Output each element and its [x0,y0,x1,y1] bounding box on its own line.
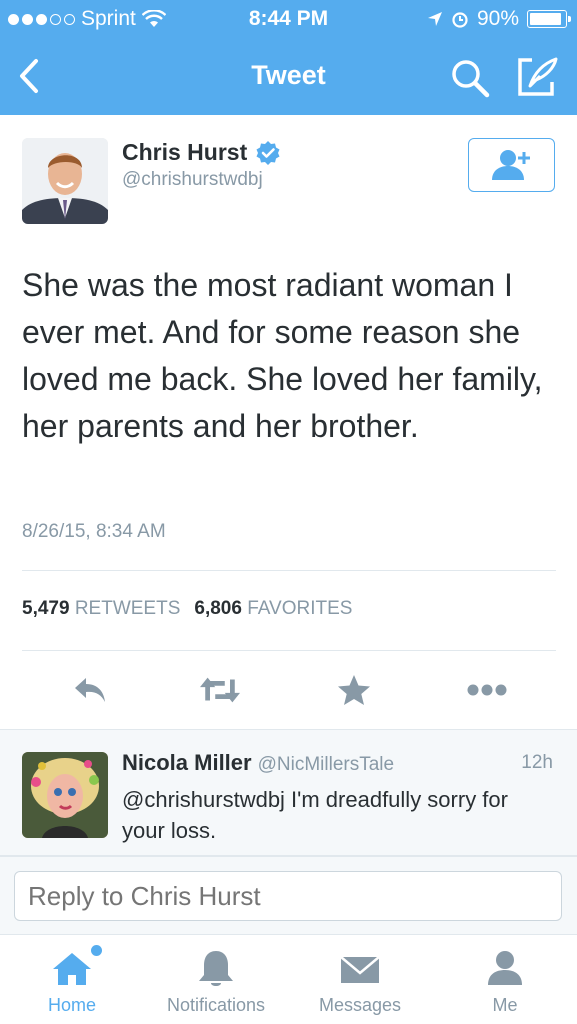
retweets-count: 5,479 [22,598,70,619]
reply-author-name: Nicola Miller [122,750,252,775]
reply-author: Nicola Miller @NicMillersTale [122,750,394,776]
page-title: Tweet [251,60,326,90]
more-dots-icon [467,684,507,696]
person-icon [483,947,527,991]
tab-bar: Home Notifications Messages Me [0,934,577,1024]
favorites-count: 6,806 [194,598,242,619]
header: Sprint 8:44 PM 90% Tweet [0,0,577,115]
author-avatar[interactable] [22,138,108,224]
reply-avatar[interactable] [22,752,108,838]
retweet-button[interactable] [200,672,240,708]
follow-button[interactable] [468,138,555,192]
location-arrow-icon [427,12,442,26]
retweets-stat[interactable]: 5,479 RETWEETS [22,598,180,620]
status-bar: Sprint 8:44 PM 90% [0,0,577,38]
reply-input[interactable] [14,871,562,921]
tab-messages-label: Messages [318,995,402,1015]
search-icon[interactable] [450,58,490,98]
favorites-label: FAVORITES [247,598,353,619]
favorites-stat[interactable]: 6,806 FAVORITES [194,598,352,620]
reply-icon [75,678,105,702]
tweet-actions [0,660,577,720]
author-name-text: Chris Hurst [122,139,248,165]
reply-avatar-image [22,752,108,838]
tweet-timestamp: 8/26/15, 8:34 AM [22,521,166,542]
new-content-dot [91,945,102,956]
tab-me-label: Me [492,995,518,1015]
verified-badge-icon [256,140,280,165]
tab-me[interactable]: Me [470,935,540,1024]
reply-time: 12h [521,752,553,773]
reply-compose-bar [0,856,577,934]
home-icon [50,945,102,991]
navigation-bar: Tweet [0,38,577,115]
tab-notifications[interactable]: Notifications [152,935,280,1024]
tab-home-label: Home [47,995,96,1015]
favorite-button[interactable] [334,672,374,708]
author-avatar-image [22,138,108,224]
compose-tweet-icon[interactable] [516,56,558,98]
bell-icon [194,947,238,991]
envelope-icon [338,947,382,991]
author-handle: @chrishurstwdbj [122,169,263,190]
reply-author-handle: @NicMillersTale [257,754,395,775]
alarm-icon [452,12,468,28]
tab-notifications-label: Notifications [166,995,266,1015]
reply-text: @chrishurstwdbj I'm dreadfully sorry for… [122,787,508,843]
battery-icon [527,10,571,28]
reply-list-item[interactable]: Nicola Miller @NicMillersTale 12h @chrish… [0,729,577,856]
retweet-icon [200,677,240,703]
retweets-label: RETWEETS [74,598,181,619]
tweet-text: She was the most radiant woman I ever me… [22,267,543,444]
tab-home[interactable]: Home [30,935,114,1024]
battery-percent: 90% [476,7,519,30]
tweet-stats: 5,479 RETWEETS 6,806 FAVORITES [22,598,352,620]
more-button[interactable] [467,672,507,708]
divider [22,650,556,651]
reply-button[interactable] [70,672,110,708]
divider [22,570,556,571]
status-right: 90% [427,7,571,31]
author-name[interactable]: Chris Hurst [122,139,281,166]
add-user-icon [491,150,530,180]
tab-messages[interactable]: Messages [305,935,415,1024]
tweet-author: Chris Hurst @chrishurstwdbj [0,115,577,235]
star-icon [338,675,370,705]
battery-fill [530,13,561,25]
